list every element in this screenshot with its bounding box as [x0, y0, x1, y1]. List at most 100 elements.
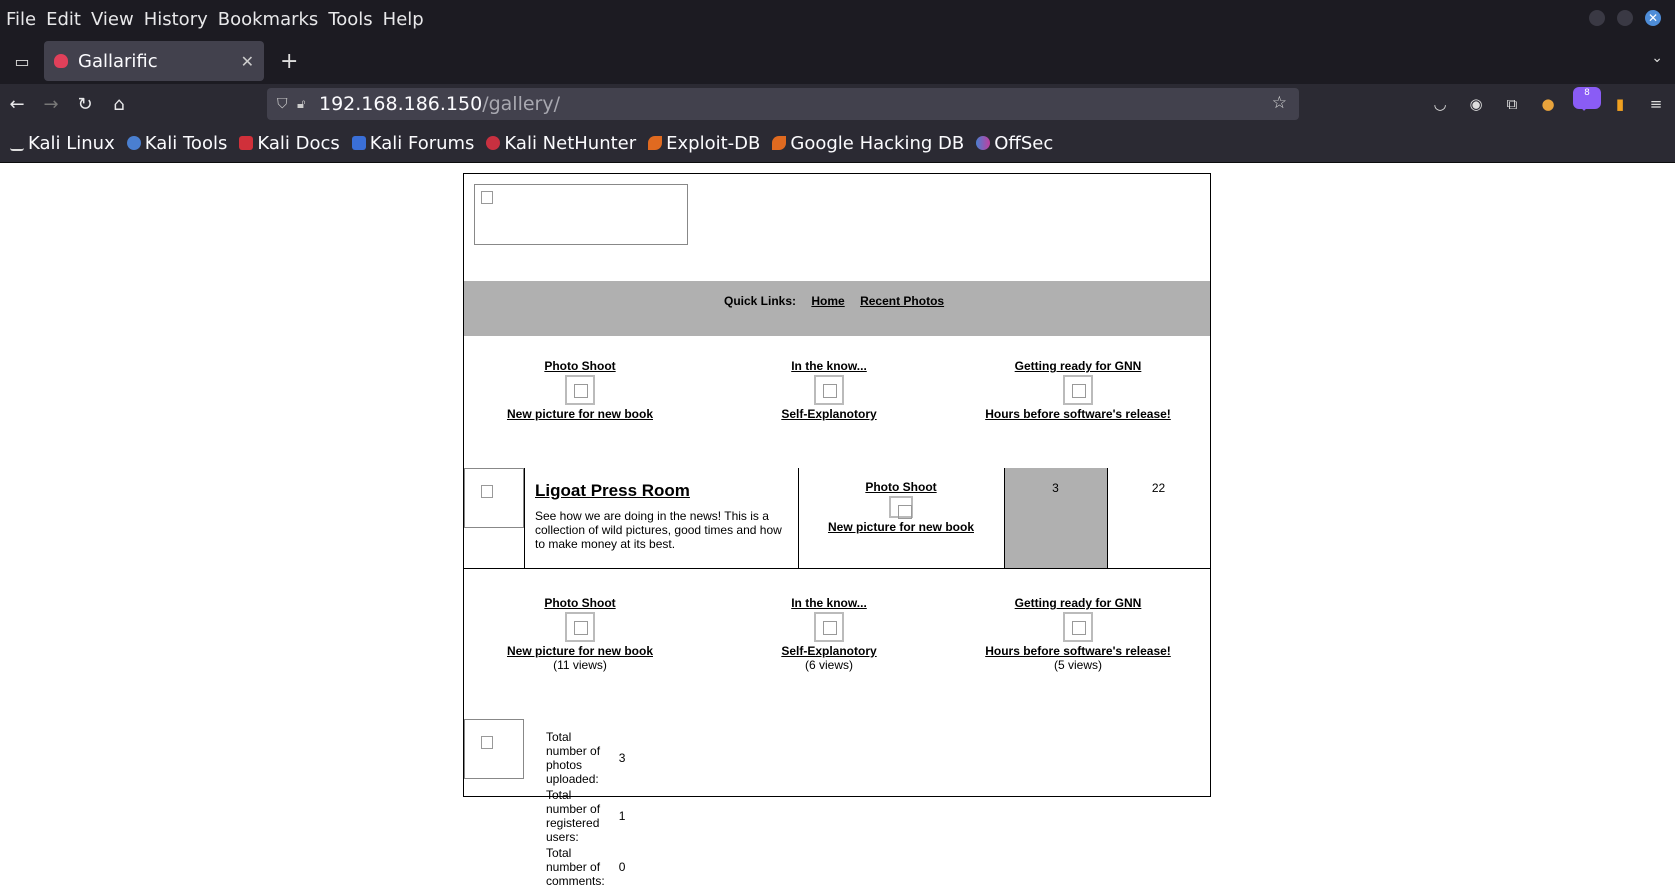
foxyproxy-icon[interactable]: ●: [1537, 93, 1559, 115]
maximize-button[interactable]: [1617, 10, 1633, 26]
photo-desc-link[interactable]: New picture for new book: [480, 644, 680, 658]
logo-image[interactable]: [474, 184, 688, 245]
home-link[interactable]: Home: [811, 294, 844, 308]
ip-icon[interactable]: ▮: [1609, 93, 1631, 115]
broken-image-icon: [481, 485, 493, 498]
bookmark-label: Google Hacking DB: [790, 132, 965, 154]
menu-view[interactable]: View: [91, 9, 134, 30]
url-host: 192.168.186.150: [319, 93, 483, 115]
nethunter-icon: [486, 136, 501, 150]
popular-photo: In the know... Self-Explanotory (6 views…: [729, 596, 929, 672]
close-tab-icon[interactable]: ✕: [241, 52, 254, 71]
photo-desc-link[interactable]: Self-Explanotory: [729, 644, 929, 658]
pocket-icon[interactable]: ◡: [1429, 93, 1451, 115]
photo-desc-link[interactable]: New picture for new book: [480, 407, 680, 421]
new-tab-icon[interactable]: +: [280, 49, 298, 74]
menu-help[interactable]: Help: [383, 9, 424, 30]
stats-value: 0: [618, 860, 626, 874]
toolbar-icons: ◡ ◉ ⧉ ● ◆8 ▮ ≡: [1429, 87, 1667, 115]
url-bar[interactable]: ⛉ 🔓︎ 192.168.186.150/gallery/ ☆: [267, 88, 1299, 120]
reload-icon[interactable]: ↻: [68, 94, 102, 115]
photo-thumbnail[interactable]: [565, 612, 595, 642]
broken-image-icon: [481, 736, 493, 749]
photo-title-link[interactable]: Photo Shoot: [480, 596, 680, 610]
tab-list-icon[interactable]: ▭: [8, 52, 36, 71]
kali-forums-icon: [351, 136, 366, 150]
menu-bookmarks[interactable]: Bookmarks: [218, 9, 319, 30]
quick-links-bar: Quick Links: Home Recent Photos: [464, 281, 1210, 336]
stats-row: Total number of registered users: 1: [544, 787, 627, 845]
addon-icon[interactable]: ◆8: [1573, 87, 1601, 115]
photo-thumbnail[interactable]: [565, 375, 595, 405]
bookmark-label: Kali Tools: [144, 132, 228, 154]
shield-icon[interactable]: ⛉: [277, 96, 297, 112]
kali-icon: [10, 135, 24, 151]
category-photo-count-cell: 3: [1004, 468, 1107, 568]
minimize-button[interactable]: [1589, 10, 1605, 26]
photo-desc-link[interactable]: New picture for new book: [801, 520, 1001, 534]
bookmark-star-icon[interactable]: ☆: [1272, 93, 1287, 113]
back-icon[interactable]: ←: [0, 94, 34, 115]
home-icon[interactable]: ⌂: [102, 94, 136, 115]
window-controls: ✕: [1589, 10, 1661, 26]
gallery-container: Quick Links: Home Recent Photos Photo Sh…: [463, 173, 1211, 888]
insecure-lock-icon[interactable]: 🔓︎: [297, 97, 319, 112]
divider: [1004, 468, 1005, 568]
category-description: See how we are doing in the news! This i…: [535, 509, 782, 551]
menu-history[interactable]: History: [144, 9, 208, 30]
menu-edit[interactable]: Edit: [46, 9, 81, 30]
photo-title-link[interactable]: In the know...: [729, 596, 929, 610]
bookmark-kali-forums[interactable]: Kali Forums: [351, 133, 474, 154]
bookmark-kali-nethunter[interactable]: Kali NetHunter: [486, 133, 636, 154]
menu-hamburger-icon[interactable]: ≡: [1645, 93, 1667, 115]
bookmark-kali-tools[interactable]: Kali Tools: [126, 132, 228, 154]
url-path: /gallery/: [482, 93, 560, 115]
photo-title-link[interactable]: Getting ready for GNN: [978, 596, 1178, 610]
menu-tools[interactable]: Tools: [328, 9, 372, 30]
photo-thumbnail[interactable]: [1063, 612, 1093, 642]
photo-title-link[interactable]: In the know...: [729, 359, 929, 373]
divider: [524, 468, 525, 568]
bookmark-label: Exploit-DB: [666, 132, 761, 154]
photo-title-link[interactable]: Getting ready for GNN: [978, 359, 1178, 373]
forward-icon[interactable]: →: [34, 94, 68, 115]
photo-desc-link[interactable]: Self-Explanotory: [729, 407, 929, 421]
tab-gallarific[interactable]: Gallarific ✕: [44, 41, 264, 81]
stats-value: 1: [618, 809, 626, 823]
tab-favicon-icon: [54, 54, 68, 68]
quick-links-label: Quick Links:: [724, 294, 797, 308]
menu-file[interactable]: File: [6, 9, 36, 30]
category-photo: Photo Shoot New picture for new book: [801, 480, 1001, 534]
bookmark-offsec[interactable]: OffSec: [976, 133, 1053, 154]
bookmark-exploit-db[interactable]: Exploit-DB: [648, 133, 760, 154]
top-photo: Photo Shoot New picture for new book: [480, 359, 680, 421]
category-title-link[interactable]: Ligoat Press Room: [535, 481, 690, 501]
bookmark-label: OffSec: [994, 132, 1054, 154]
extensions-icon[interactable]: ⧉: [1501, 93, 1523, 115]
photo-desc-link[interactable]: Hours before software's release!: [978, 407, 1178, 421]
close-window-button[interactable]: ✕: [1645, 10, 1661, 26]
photo-thumbnail[interactable]: [1063, 375, 1093, 405]
photo-title-link[interactable]: Photo Shoot: [801, 480, 1001, 494]
category-image[interactable]: [464, 468, 524, 528]
ghdb-icon: [772, 136, 787, 150]
stats-label: Total number of photos uploaded:: [546, 730, 601, 786]
photo-desc-link[interactable]: Hours before software's release!: [978, 644, 1178, 658]
category-row: Ligoat Press Room See how we are doing i…: [464, 468, 1210, 569]
account-icon[interactable]: ◉: [1465, 93, 1487, 115]
photo-title-link[interactable]: Photo Shoot: [480, 359, 680, 373]
offsec-icon: [976, 136, 991, 150]
addon-badge: 8: [1573, 87, 1601, 109]
chevron-down-icon[interactable]: ⌄: [1651, 50, 1663, 66]
bookmark-google-hacking-db[interactable]: Google Hacking DB: [772, 133, 964, 154]
photo-thumbnail[interactable]: [814, 375, 844, 405]
recent-photos-link[interactable]: Recent Photos: [860, 294, 944, 308]
popular-photo: Getting ready for GNN Hours before softw…: [978, 596, 1178, 672]
photo-thumbnail[interactable]: [814, 612, 844, 642]
photo-thumbnail[interactable]: [889, 496, 913, 519]
bookmark-kali-linux[interactable]: Kali Linux: [10, 133, 115, 154]
bookmark-kali-docs[interactable]: Kali Docs: [239, 133, 340, 154]
photo-views: (11 views): [553, 658, 607, 672]
category-photo-count: 3: [1052, 481, 1059, 495]
stats-label: Total number of comments:: [546, 846, 605, 888]
